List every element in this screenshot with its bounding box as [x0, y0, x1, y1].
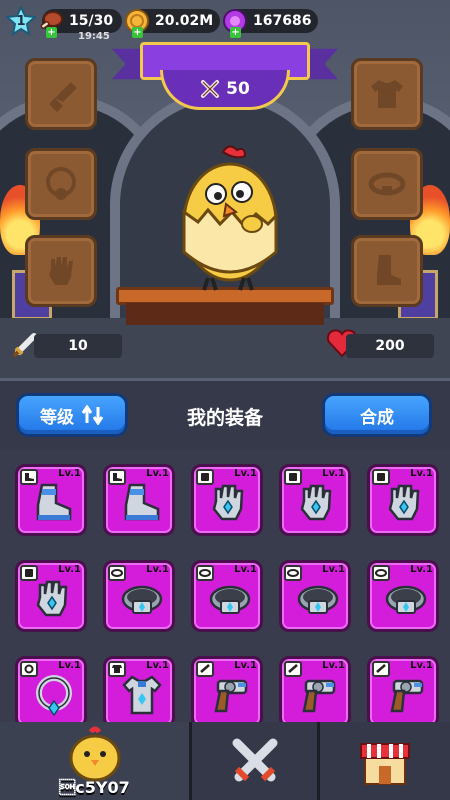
inventory-item-belt[interactable]: Lv.1	[367, 560, 439, 632]
gem-icon: +	[222, 8, 248, 38]
weapon-icon	[384, 673, 428, 721]
slot-boots[interactable]	[351, 235, 423, 307]
inventory-item-boots[interactable]: Lv.1	[15, 464, 87, 536]
item-level: Lv.1	[322, 660, 345, 671]
player-level-value: 1	[16, 13, 26, 29]
hero-tab-label: c5Y07	[59, 778, 130, 797]
glove-icon	[384, 481, 428, 529]
chick-avatar-icon	[69, 726, 120, 782]
weapon-icon	[296, 673, 340, 721]
add-gold-icon[interactable]: +	[132, 27, 143, 38]
add-gem-icon[interactable]: +	[230, 27, 241, 38]
item-level: Lv.1	[58, 468, 81, 479]
boots-slot-icon	[377, 255, 401, 285]
item-level: Lv.1	[410, 660, 433, 671]
glove-slot-icon	[49, 257, 73, 285]
energy-counter[interactable]: + 15/30	[40, 9, 122, 38]
inventory-item-belt[interactable]: Lv.1	[279, 560, 351, 632]
hero-scene: 1 + 15/30 + 20.02M + 167686 19:45 50 10 …	[0, 0, 450, 378]
inventory-item-glove[interactable]: Lv.1	[367, 464, 439, 536]
combat-power-badge: 50	[160, 70, 290, 110]
attack-stat: 10	[34, 334, 122, 358]
item-level: Lv.1	[58, 660, 81, 671]
inventory-item-armor[interactable]: Lv.1	[103, 656, 175, 722]
necklace-slot-icon	[46, 167, 76, 200]
glove-icon	[32, 577, 76, 625]
crossed-swords-icon	[232, 738, 277, 782]
inventory-item-glove[interactable]: Lv.1	[279, 464, 351, 536]
weapon-icon	[208, 673, 252, 721]
health-stat: 200	[346, 334, 434, 358]
inventory-item-weapon[interactable]: Lv.1	[191, 656, 263, 722]
combat-power-value: 50	[226, 78, 250, 99]
sort-by-level-button[interactable]: 等级	[16, 393, 128, 437]
belt-slot-icon	[368, 172, 406, 196]
item-level: Lv.1	[146, 468, 169, 479]
crossed-swords-icon	[201, 79, 220, 98]
armor-slot-icon	[371, 80, 403, 108]
equipment-panel-header: 等级 我的装备 合成	[0, 378, 450, 450]
chick-hero-character[interactable]	[168, 142, 288, 292]
glove-icon	[208, 481, 252, 529]
merge-button[interactable]: 合成	[322, 393, 432, 437]
inventory-item-boots[interactable]: Lv.1	[103, 464, 175, 536]
boots-icon	[120, 481, 164, 529]
bottom-navigation: c5Y07	[0, 722, 450, 800]
inventory-item-glove[interactable]: Lv.1	[191, 464, 263, 536]
slot-armor[interactable]	[351, 58, 423, 130]
belt-icon	[296, 577, 340, 625]
boots-icon	[32, 481, 76, 529]
resource-bar: 1 + 15/30 + 20.02M + 167686	[6, 6, 444, 38]
inventory-item-belt[interactable]: Lv.1	[103, 560, 175, 632]
armor-icon	[120, 673, 164, 721]
item-level: Lv.1	[234, 468, 257, 479]
item-level: Lv.1	[322, 564, 345, 575]
player-level-badge[interactable]: 1	[6, 6, 36, 36]
energy-timer: 19:45	[78, 31, 110, 42]
item-level: Lv.1	[58, 564, 81, 575]
meat-icon: +	[38, 8, 64, 38]
gem-counter[interactable]: + 167686	[223, 9, 318, 38]
tab-hero[interactable]: c5Y07	[0, 722, 192, 800]
tab-battle[interactable]	[192, 722, 320, 800]
shop-icon	[360, 743, 410, 785]
inventory-item-weapon[interactable]: Lv.1	[367, 656, 439, 722]
add-energy-icon[interactable]: +	[46, 27, 57, 38]
slot-weapon[interactable]	[25, 58, 97, 130]
hero-pedestal-base	[126, 303, 324, 325]
my-equipment-title: 我的装备	[186, 407, 263, 429]
gem-value: 167686	[253, 13, 312, 29]
belt-icon	[208, 577, 252, 625]
item-level: Lv.1	[146, 660, 169, 671]
slot-belt[interactable]	[351, 148, 423, 220]
item-level: Lv.1	[234, 660, 257, 671]
sort-button-label: 等级	[40, 407, 74, 428]
necklace-icon	[32, 673, 76, 721]
item-level: Lv.1	[146, 564, 169, 575]
merge-button-label: 合成	[360, 407, 394, 428]
inventory-item-necklace[interactable]: Lv.1	[15, 656, 87, 722]
sort-arrows-icon	[82, 405, 104, 425]
energy-value: 15/30	[69, 13, 114, 29]
inventory-grid: Lv.1 Lv.1 Lv.1 Lv.1 Lv.1 Lv.1 Lv.1 Lv.1 Lv.1 Lv.1…	[0, 450, 450, 722]
health-value: 200	[375, 338, 405, 354]
weapon-slot-icon	[49, 82, 77, 112]
glove-icon	[296, 481, 340, 529]
gold-counter[interactable]: + 20.02M	[125, 9, 220, 38]
slot-necklace[interactable]	[25, 148, 97, 220]
item-level: Lv.1	[410, 564, 433, 575]
inventory-item-belt[interactable]: Lv.1	[191, 560, 263, 632]
item-level: Lv.1	[322, 468, 345, 479]
gold-value: 20.02M	[155, 13, 214, 29]
slot-glove[interactable]	[25, 235, 97, 307]
item-level: Lv.1	[410, 468, 433, 479]
attack-value: 10	[68, 338, 88, 354]
inventory-item-glove[interactable]: Lv.1	[15, 560, 87, 632]
belt-icon	[384, 577, 428, 625]
belt-icon	[120, 577, 164, 625]
inventory-item-weapon[interactable]: Lv.1	[279, 656, 351, 722]
item-level: Lv.1	[234, 564, 257, 575]
tab-shop[interactable]	[320, 722, 450, 800]
gold-coin-icon: +	[124, 8, 150, 38]
